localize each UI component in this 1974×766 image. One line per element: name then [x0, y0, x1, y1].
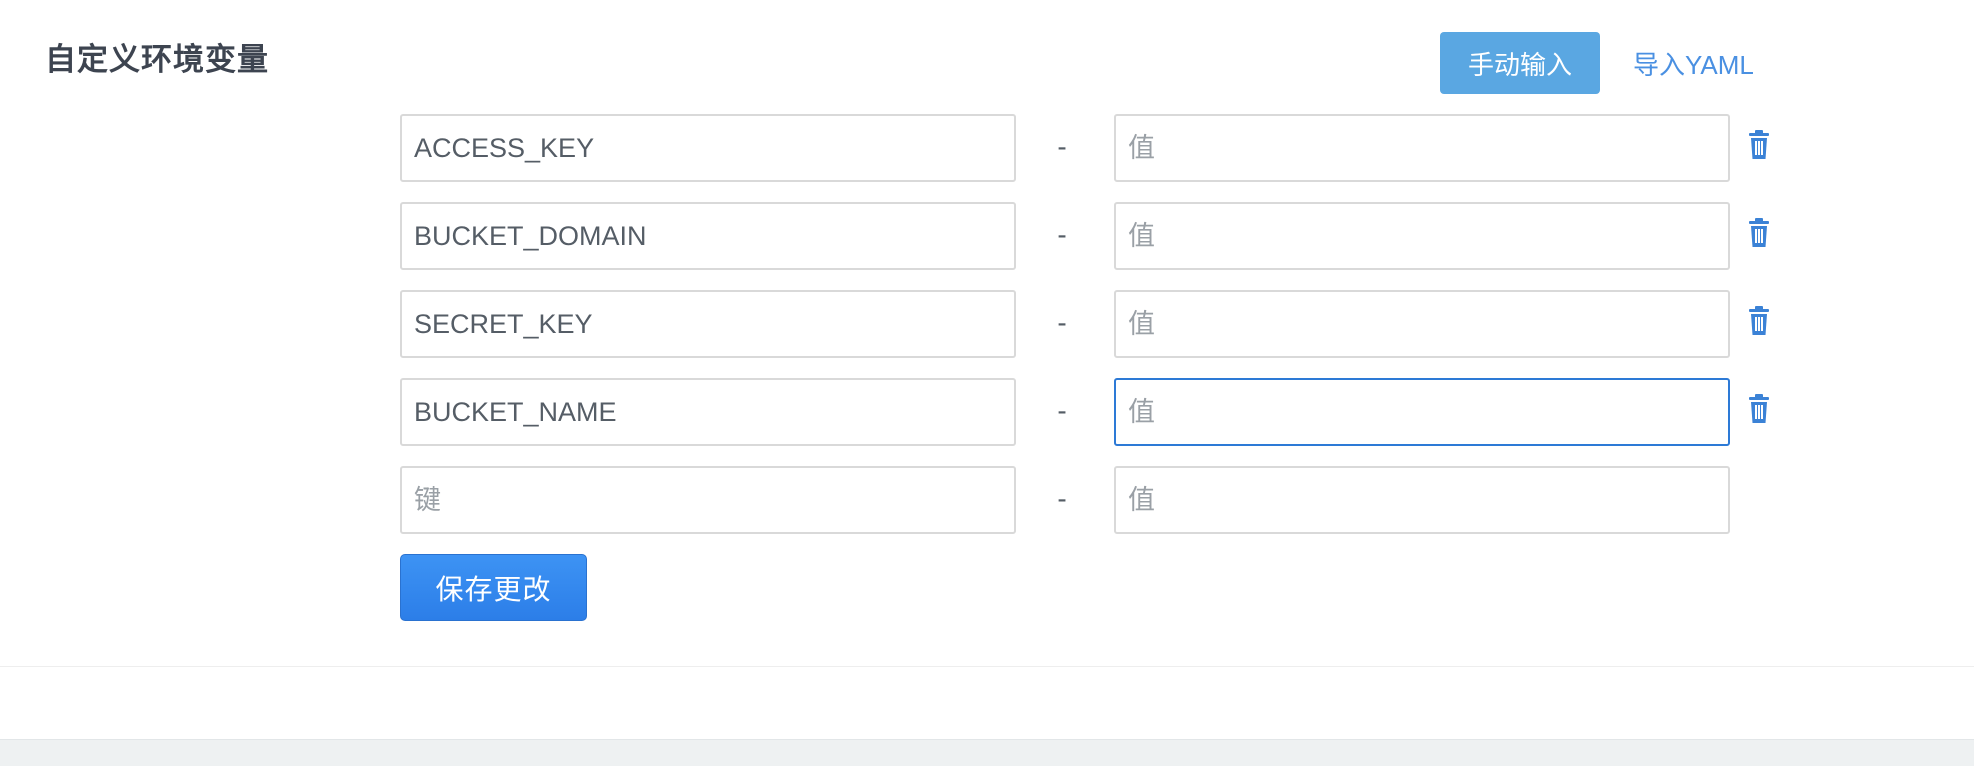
env-value-input[interactable] — [1114, 378, 1730, 446]
divider — [0, 666, 1974, 667]
env-value-input[interactable] — [1114, 114, 1730, 182]
env-value-input[interactable] — [1114, 466, 1730, 534]
env-key-input[interactable] — [400, 378, 1016, 446]
env-value-input[interactable] — [1114, 290, 1730, 358]
key-value-separator: - — [1057, 483, 1067, 514]
env-vars-page: 自定义环境变量 手动输入 导入YAML - - — [0, 0, 1974, 766]
footer-band — [0, 739, 1974, 766]
trash-icon[interactable] — [1746, 306, 1772, 336]
input-mode-switch: 手动输入 导入YAML — [1440, 32, 1754, 94]
trash-icon[interactable] — [1746, 130, 1772, 160]
key-value-separator: - — [1057, 307, 1067, 338]
env-key-input[interactable] — [400, 202, 1016, 270]
env-key-input[interactable] — [400, 290, 1016, 358]
import-yaml-link[interactable]: 导入YAML — [1633, 45, 1754, 82]
key-value-separator: - — [1057, 219, 1067, 250]
manual-input-button[interactable]: 手动输入 — [1440, 32, 1600, 94]
trash-icon[interactable] — [1746, 394, 1772, 424]
key-value-separator: - — [1057, 131, 1067, 162]
save-changes-button[interactable]: 保存更改 — [400, 554, 587, 621]
env-key-input[interactable] — [400, 466, 1016, 534]
env-value-input[interactable] — [1114, 202, 1730, 270]
section-title: 自定义环境变量 — [45, 42, 269, 77]
key-value-separator: - — [1057, 395, 1067, 426]
trash-icon[interactable] — [1746, 218, 1772, 248]
env-key-input[interactable] — [400, 114, 1016, 182]
